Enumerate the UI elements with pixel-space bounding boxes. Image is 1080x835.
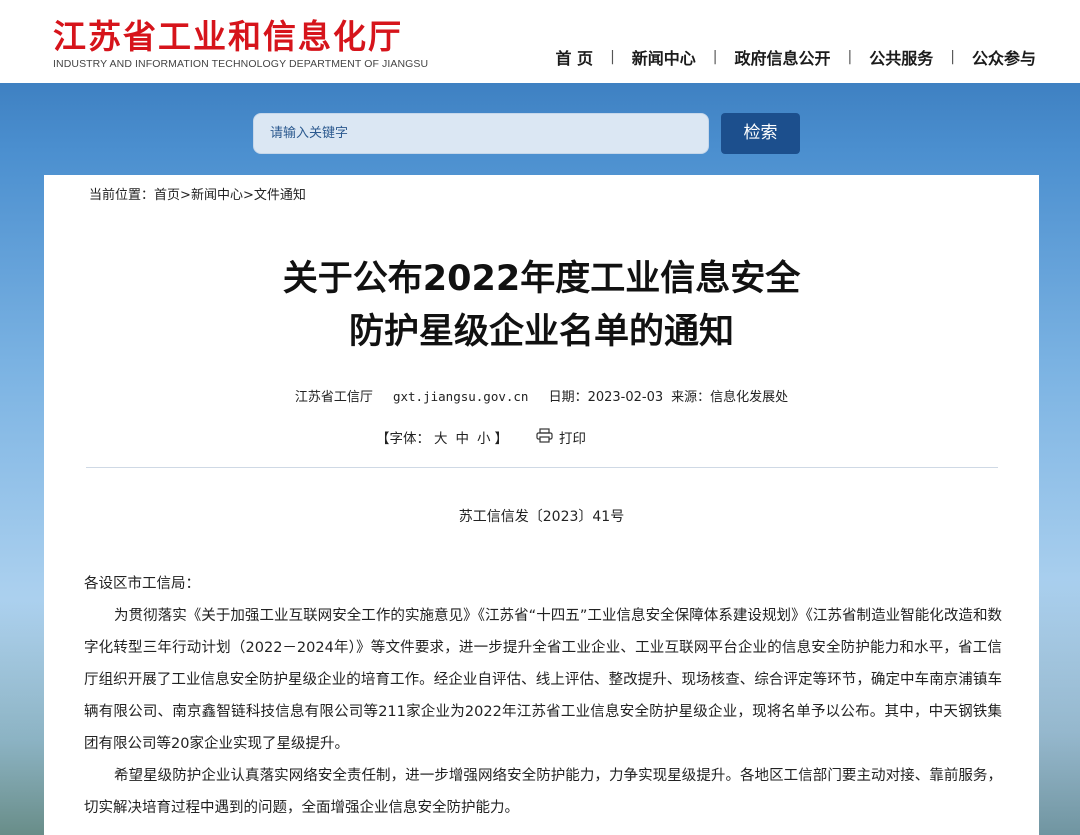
site-logo-title[interactable]: 江苏省工业和信息化厅 bbox=[53, 10, 403, 58]
article-title: 关于公布2022年度工业信息安全 防护星级企业名单的通知 bbox=[44, 253, 1039, 359]
article-paragraph-2: 希望星级防护企业认真落实网络安全责任制，进一步增强网络安全防护能力，力争实现星级… bbox=[84, 768, 1002, 816]
breadcrumb-home[interactable]: 首页 bbox=[154, 188, 180, 203]
breadcrumb-separator: > bbox=[242, 188, 254, 203]
font-size-medium[interactable]: 中 bbox=[456, 427, 470, 447]
article-meta: 江苏省工信厅 gxt.jiangsu.gov.cn 日期：2023-02-03 来… bbox=[44, 386, 1039, 405]
breadcrumb-prefix: 当前位置： bbox=[89, 188, 155, 203]
font-size-large[interactable]: 大 bbox=[434, 427, 448, 447]
printer-icon bbox=[536, 427, 559, 447]
article-body: 各设区市工信局： 为贯彻落实《关于加强工业互联网安全工作的实施意见》《江苏省“十… bbox=[84, 568, 1002, 824]
font-size-suffix: 】 bbox=[494, 431, 509, 447]
nav-separator: | bbox=[610, 49, 615, 65]
meta-divider bbox=[86, 467, 998, 468]
nav-item-gov-info[interactable]: 政府信息公开 bbox=[735, 45, 831, 69]
site-header: 江苏省工业和信息化厅 INDUSTRY AND INFORMATION TECH… bbox=[0, 0, 1080, 83]
nav-separator: | bbox=[950, 49, 955, 65]
search-input[interactable]: 请输入关键字 bbox=[253, 113, 709, 154]
print-label: 打印 bbox=[559, 431, 586, 447]
article-date: 日期：2023-02-03 bbox=[548, 390, 664, 405]
print-button[interactable]: 打印 bbox=[536, 427, 586, 447]
nav-separator: | bbox=[847, 49, 853, 65]
breadcrumb: 当前位置：首页>新闻中心>文件通知 bbox=[89, 184, 306, 203]
nav-item-public-service[interactable]: 公共服务 bbox=[869, 45, 933, 69]
background-scenery-right bbox=[1039, 580, 1080, 835]
article-source: 来源：信息化发展处 bbox=[671, 390, 789, 405]
article-site: gxt.jiangsu.gov.cn bbox=[392, 389, 529, 404]
article-title-line1: 关于公布2022年度工业信息安全 bbox=[282, 259, 801, 299]
nav-separator: | bbox=[712, 49, 718, 65]
search-button[interactable]: 检索 bbox=[721, 113, 800, 154]
article-tools: 【字体： 大 中 小 】 打印 bbox=[376, 427, 586, 447]
breadcrumb-notices[interactable]: 文件通知 bbox=[254, 188, 306, 203]
article-title-line2: 防护星级企业名单的通知 bbox=[348, 312, 734, 352]
nav-item-news[interactable]: 新闻中心 bbox=[632, 45, 696, 69]
nav-item-participation[interactable]: 公众参与 bbox=[972, 45, 1036, 69]
breadcrumb-separator: > bbox=[180, 188, 191, 203]
article-paragraph-1: 为贯彻落实《关于加强工业互联网安全工作的实施意见》《江苏省“十四五”工业信息安全… bbox=[84, 608, 1002, 752]
breadcrumb-news[interactable]: 新闻中心 bbox=[191, 188, 243, 203]
document-number: 苏工信信发〔2023〕41号 bbox=[458, 509, 625, 525]
article-publisher: 江苏省工信厅 bbox=[294, 390, 373, 405]
font-size-small[interactable]: 小 bbox=[477, 427, 491, 447]
main-nav: 首 页 | 新闻中心 | 政府信息公开 | 公共服务 | 公众参与 bbox=[555, 45, 1036, 69]
article-panel: 当前位置：首页>新闻中心>文件通知 关于公布2022年度工业信息安全 防护星级企… bbox=[44, 175, 1039, 835]
font-size-prefix: 【字体： bbox=[376, 431, 430, 447]
article-salutation: 各设区市工信局： bbox=[84, 576, 200, 592]
nav-item-home[interactable]: 首 页 bbox=[555, 45, 593, 69]
background-scenery-left bbox=[0, 600, 44, 835]
site-logo-subtitle: INDUSTRY AND INFORMATION TECHNOLOGY DEPA… bbox=[53, 58, 429, 70]
